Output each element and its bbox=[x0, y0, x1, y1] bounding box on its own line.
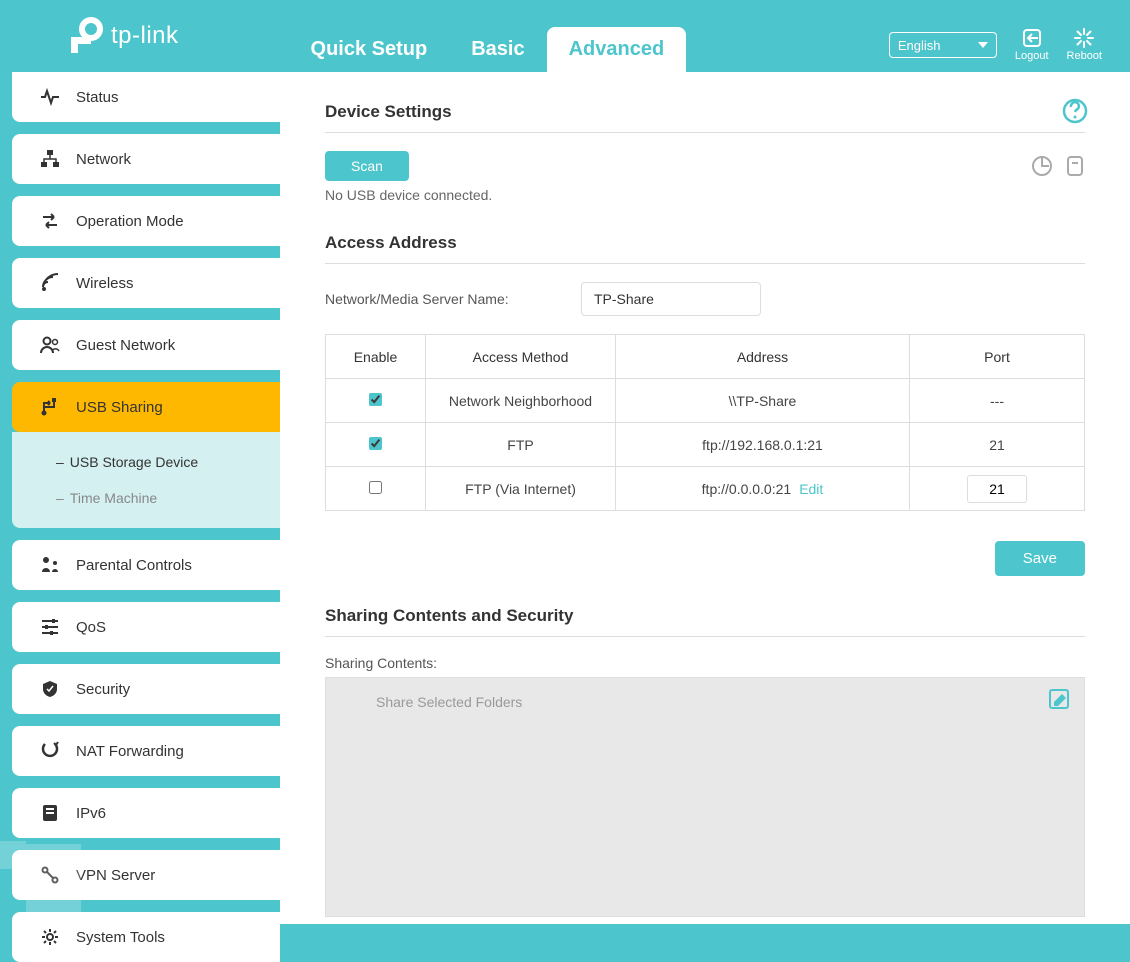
col-enable: Enable bbox=[326, 335, 426, 379]
access-table: Enable Access Method Address Port Networ… bbox=[325, 334, 1085, 511]
nav-usb-sharing[interactable]: USB Sharing bbox=[12, 382, 280, 432]
chart-icon[interactable] bbox=[1031, 155, 1053, 177]
nav-parental[interactable]: Parental Controls bbox=[12, 540, 280, 590]
enable-checkbox[interactable] bbox=[369, 481, 382, 494]
sharing-title: Sharing Contents and Security bbox=[325, 606, 1085, 637]
usb-icon bbox=[40, 397, 60, 417]
edit-link[interactable]: Edit bbox=[799, 481, 823, 497]
nav-security[interactable]: Security bbox=[12, 664, 280, 714]
col-method: Access Method bbox=[426, 335, 616, 379]
brand-text: tp-link bbox=[111, 22, 179, 50]
address-cell: \\TP-Share bbox=[616, 379, 910, 423]
chevron-down-icon bbox=[978, 42, 988, 48]
tools-icon bbox=[40, 927, 60, 947]
guest-icon bbox=[40, 335, 60, 355]
nav-wireless[interactable]: Wireless bbox=[12, 258, 280, 308]
port-cell: 21 bbox=[910, 423, 1085, 467]
nav-network[interactable]: Network bbox=[12, 134, 280, 184]
method-cell: FTP (Via Internet) bbox=[426, 467, 616, 511]
sidebar: Status Network Operation Mode Wireless G… bbox=[0, 72, 280, 924]
table-row: Network Neighborhood\\TP-Share--- bbox=[326, 379, 1085, 423]
decoration bbox=[26, 844, 81, 924]
col-port: Port bbox=[910, 335, 1085, 379]
port-input[interactable] bbox=[967, 475, 1027, 503]
table-row: FTPftp://192.168.0.1:2121 bbox=[326, 423, 1085, 467]
tab-basic[interactable]: Basic bbox=[449, 27, 546, 72]
nav-qos[interactable]: QoS bbox=[12, 602, 280, 652]
language-select[interactable]: English bbox=[889, 32, 997, 58]
nav-status[interactable]: Status bbox=[12, 72, 280, 122]
wireless-icon bbox=[40, 273, 60, 293]
enable-checkbox[interactable] bbox=[369, 437, 382, 450]
port-cell bbox=[910, 467, 1085, 511]
main-content: Device Settings Scan No USB device conne… bbox=[280, 72, 1130, 924]
edit-sharing-icon[interactable] bbox=[1048, 688, 1070, 710]
nav-guest-network[interactable]: Guest Network bbox=[12, 320, 280, 370]
nav-usb-submenu: –USB Storage Device –Time Machine bbox=[12, 432, 280, 528]
help-icon[interactable] bbox=[1062, 98, 1088, 124]
save-button[interactable]: Save bbox=[995, 541, 1085, 576]
table-row: FTP (Via Internet)ftp://0.0.0.0:21Edit bbox=[326, 467, 1085, 511]
address-cell: ftp://0.0.0.0:21Edit bbox=[616, 467, 910, 511]
brand-logo: tp-link bbox=[65, 15, 179, 57]
logout-icon bbox=[1021, 28, 1043, 48]
port-cell: --- bbox=[910, 379, 1085, 423]
nav-operation-mode[interactable]: Operation Mode bbox=[12, 196, 280, 246]
qos-icon bbox=[40, 617, 60, 637]
sharing-box: Share Selected Folders bbox=[325, 677, 1085, 917]
tab-quick-setup[interactable]: Quick Setup bbox=[289, 27, 450, 72]
network-icon bbox=[40, 149, 60, 169]
tplink-icon bbox=[65, 15, 107, 57]
method-cell: Network Neighborhood bbox=[426, 379, 616, 423]
nav-usb-storage[interactable]: –USB Storage Device bbox=[56, 444, 280, 480]
device-settings-title: Device Settings bbox=[325, 102, 1085, 133]
eject-icon[interactable] bbox=[1065, 155, 1085, 177]
sharing-contents-label: Sharing Contents: bbox=[325, 655, 1085, 671]
nav-nat[interactable]: NAT Forwarding bbox=[12, 726, 280, 776]
ipv6-icon bbox=[40, 803, 60, 823]
scan-button[interactable]: Scan bbox=[325, 151, 409, 181]
no-usb-message: No USB device connected. bbox=[325, 187, 1085, 203]
share-placeholder: Share Selected Folders bbox=[376, 694, 1064, 710]
language-value: English bbox=[898, 38, 941, 53]
reboot-icon bbox=[1073, 28, 1095, 48]
nav-time-machine[interactable]: –Time Machine bbox=[56, 480, 280, 516]
tab-advanced[interactable]: Advanced bbox=[547, 27, 687, 72]
nat-icon bbox=[40, 741, 60, 761]
address-cell: ftp://192.168.0.1:21 bbox=[616, 423, 910, 467]
server-name-input[interactable] bbox=[581, 282, 761, 316]
reboot-button[interactable]: Reboot bbox=[1067, 28, 1102, 62]
logout-button[interactable]: Logout bbox=[1015, 28, 1049, 62]
decoration bbox=[0, 841, 26, 869]
nav-ipv6[interactable]: IPv6 bbox=[12, 788, 280, 838]
security-icon bbox=[40, 679, 60, 699]
method-cell: FTP bbox=[426, 423, 616, 467]
access-address-title: Access Address bbox=[325, 233, 1085, 264]
opmode-icon bbox=[40, 211, 60, 231]
server-name-label: Network/Media Server Name: bbox=[325, 291, 581, 307]
col-address: Address bbox=[616, 335, 910, 379]
parental-icon bbox=[40, 555, 60, 575]
enable-checkbox[interactable] bbox=[369, 393, 382, 406]
status-icon bbox=[40, 87, 60, 107]
